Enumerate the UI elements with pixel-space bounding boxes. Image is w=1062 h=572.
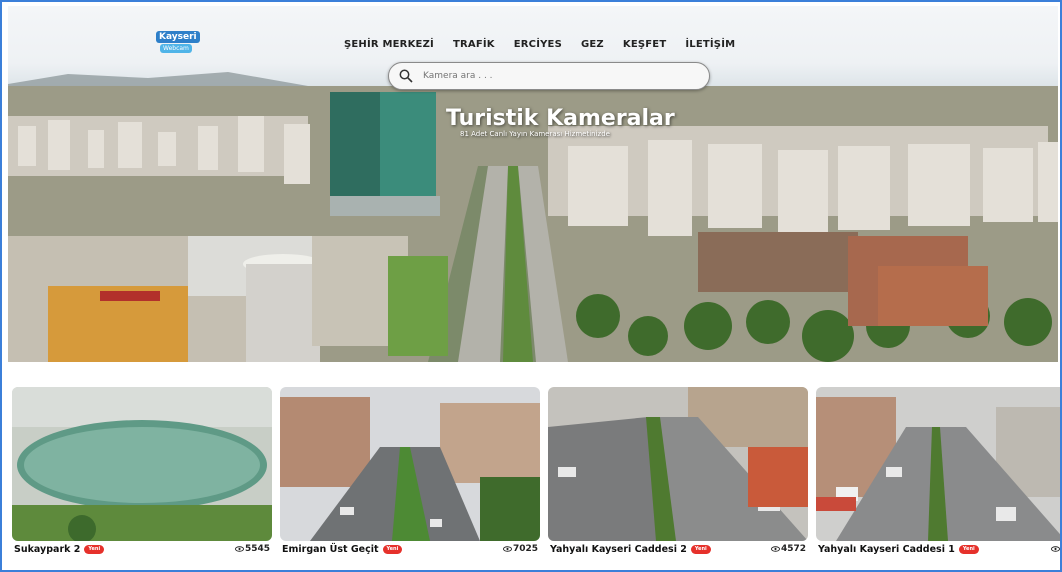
- new-badge: Yeni: [382, 544, 403, 554]
- camera-meta: Yahyalı Kayseri Caddesi 1 Yeni 40: [816, 541, 1060, 557]
- new-badge: Yeni: [958, 544, 979, 554]
- camera-name[interactable]: Yahyalı Kayseri Caddesi 1: [818, 544, 955, 555]
- camera-thumbnail[interactable]: [12, 387, 272, 541]
- view-count: 4572: [770, 544, 806, 554]
- avenue-image: [816, 387, 1060, 541]
- view-count: 5545: [234, 544, 270, 554]
- nav-gez[interactable]: GEZ: [581, 39, 604, 50]
- page-frame: Kayseri Webcam ŞEHİR MERKEZİ TRAFİK ERCİ…: [0, 0, 1062, 572]
- hero-banner: Kayseri Webcam ŞEHİR MERKEZİ TRAFİK ERCİ…: [8, 6, 1058, 362]
- camera-name[interactable]: Sukaypark 2: [14, 544, 80, 555]
- camera-name[interactable]: Yahyalı Kayseri Caddesi 2: [550, 544, 687, 555]
- nav-iletisim[interactable]: İLETİŞİM: [685, 39, 735, 50]
- camera-meta: Yahyalı Kayseri Caddesi 2 Yeni 4572: [548, 541, 808, 557]
- view-count: 7025: [502, 544, 538, 554]
- hero-title: Turistik Kameralar: [446, 106, 675, 131]
- overpass-image: [280, 387, 540, 541]
- view-count-value: 4572: [780, 544, 806, 554]
- eye-icon: [502, 546, 512, 552]
- view-count: 40: [1051, 544, 1060, 554]
- camera-thumbnail[interactable]: [816, 387, 1060, 541]
- camera-thumbnail[interactable]: [548, 387, 808, 541]
- pond-image: [12, 387, 272, 541]
- camera-meta: Sukaypark 2 Yeni 5545: [12, 541, 272, 557]
- search-input[interactable]: [423, 68, 693, 84]
- eye-icon: [1051, 546, 1060, 552]
- eye-icon: [234, 546, 244, 552]
- camera-card[interactable]: Yahyalı Kayseri Caddesi 2 Yeni 4572: [548, 387, 808, 557]
- camera-list: Sukaypark 2 Yeni 5545 Emirgan Üst Geçit …: [12, 387, 1060, 557]
- street-image: [548, 387, 808, 541]
- logo-subtext: Webcam: [160, 44, 192, 53]
- new-badge: Yeni: [690, 544, 711, 554]
- camera-search[interactable]: [388, 62, 710, 90]
- search-icon: [399, 69, 413, 83]
- camera-card[interactable]: Emirgan Üst Geçit Yeni 7025: [280, 387, 540, 557]
- new-badge: Yeni: [84, 544, 105, 554]
- camera-name[interactable]: Emirgan Üst Geçit: [282, 544, 379, 555]
- camera-card[interactable]: Sukaypark 2 Yeni 5545: [12, 387, 272, 557]
- site-logo[interactable]: Kayseri Webcam: [152, 22, 208, 58]
- nav-trafik[interactable]: TRAFİK: [453, 39, 495, 50]
- camera-thumbnail[interactable]: [280, 387, 540, 541]
- camera-card[interactable]: Yahyalı Kayseri Caddesi 1 Yeni 40: [816, 387, 1060, 557]
- view-count-value: 7025: [512, 544, 538, 554]
- eye-icon: [770, 546, 780, 552]
- nav-kesfet[interactable]: KEŞFET: [623, 39, 666, 50]
- nav-erciyes[interactable]: ERCİYES: [514, 39, 562, 50]
- hero-subtitle: 81 Adet Canlı Yayın Kamerası Hizmetinizd…: [460, 130, 610, 138]
- nav-sehir-merkezi[interactable]: ŞEHİR MERKEZİ: [344, 39, 434, 50]
- view-count-value: 5545: [244, 544, 270, 554]
- logo-text: Kayseri: [156, 31, 200, 43]
- camera-meta: Emirgan Üst Geçit Yeni 7025: [280, 541, 540, 557]
- main-nav: ŞEHİR MERKEZİ TRAFİK ERCİYES GEZ KEŞFET …: [344, 39, 735, 50]
